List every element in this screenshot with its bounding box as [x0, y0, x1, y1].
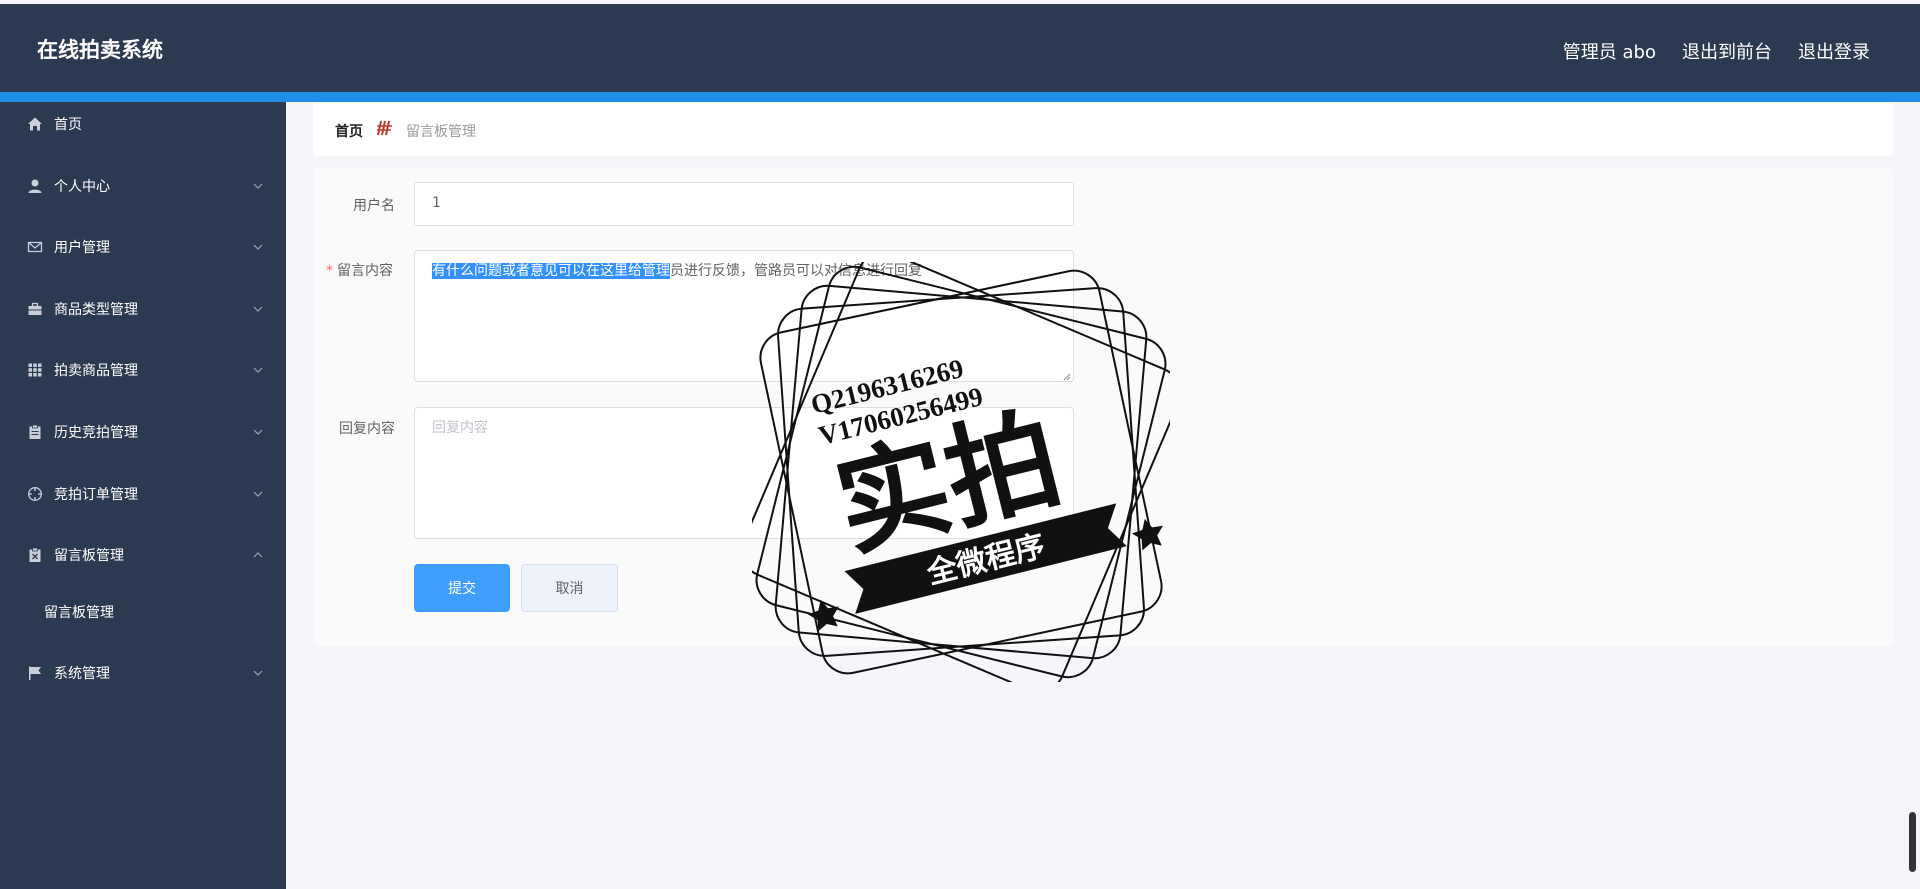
sidebar-item-product-type-management[interactable]: 商品类型管理	[0, 287, 286, 331]
chevron-down-icon	[252, 241, 264, 253]
flag-icon	[27, 665, 43, 681]
sidebar-item-personal-center[interactable]: 个人中心	[0, 164, 286, 208]
chevron-down-icon	[252, 667, 264, 679]
user-icon	[27, 178, 43, 194]
submenu-item-message-board-management[interactable]: 留言板管理	[0, 592, 286, 632]
page-scrollbar[interactable]	[1909, 812, 1916, 872]
submit-button[interactable]: 提交	[414, 564, 510, 612]
chevron-down-icon	[252, 364, 264, 376]
grid-icon	[27, 362, 43, 378]
chevron-down-icon	[252, 303, 264, 315]
username-value: 1	[432, 195, 441, 211]
admin-user-link[interactable]: 管理员 abo	[1563, 38, 1656, 64]
reply-placeholder: 回复内容	[432, 420, 488, 436]
mail-icon	[27, 239, 43, 255]
sidebar-item-user-management[interactable]: 用户管理	[0, 225, 286, 269]
exit-to-frontend-link[interactable]: 退出到前台	[1682, 38, 1772, 64]
sidebar-item-label: 历史竞拍管理	[54, 425, 138, 441]
sidebar-item-label: 竞拍订单管理	[54, 487, 138, 503]
sidebar-item-label: 留言板管理	[54, 548, 124, 564]
cancel-button[interactable]: 取消	[521, 564, 618, 612]
sidebar-item-label: 个人中心	[54, 179, 110, 195]
top-header: 在线拍卖系统 管理员 abo 退出到前台 退出登录	[0, 4, 1920, 92]
app-title: 在线拍卖系统	[37, 38, 163, 62]
briefcase-icon	[27, 301, 43, 317]
clipboard-x-icon	[27, 547, 43, 563]
breadcrumb-current: 留言板管理	[406, 124, 476, 140]
breadcrumb-separator-icon	[375, 118, 395, 138]
target-icon	[27, 486, 43, 502]
message-label: * 留言内容	[326, 263, 393, 279]
sidebar-item-home[interactable]: 首页	[0, 102, 286, 146]
home-icon	[27, 116, 43, 132]
chevron-up-icon	[252, 549, 264, 561]
reply-label: 回复内容	[339, 421, 395, 437]
header-accent-strip	[0, 92, 1920, 102]
sidebar-item-label: 商品类型管理	[54, 302, 138, 318]
sidebar-item-system-management[interactable]: 系统管理	[0, 651, 286, 695]
logout-link[interactable]: 退出登录	[1798, 38, 1870, 64]
sidebar-item-message-board-management[interactable]: 留言板管理	[0, 533, 286, 577]
sidebar-item-bid-order-management[interactable]: 竞拍订单管理	[0, 472, 286, 516]
breadcrumb: 首页 留言板管理	[313, 103, 1893, 156]
sidebar-item-auction-product-management[interactable]: 拍卖商品管理	[0, 348, 286, 392]
chevron-down-icon	[252, 488, 264, 500]
sidebar-item-label: 系统管理	[54, 666, 110, 682]
sidebar: 首页 个人中心 用户管理 商品类型管理 拍卖商品管理 历史竞拍管理 竞拍订单管理…	[0, 102, 286, 889]
chevron-down-icon	[252, 180, 264, 192]
watermark-stamp: Q2196316269 V17060256499 实拍 全微程序	[752, 262, 1170, 682]
sidebar-item-label: 用户管理	[54, 240, 110, 256]
header-links: 管理员 abo 退出到前台 退出登录	[1563, 38, 1870, 64]
username-input[interactable]: 1	[414, 182, 1074, 226]
message-selected-text: 有什么问题或者意见可以在这里给管理	[432, 263, 670, 279]
sidebar-item-bid-history-management[interactable]: 历史竞拍管理	[0, 410, 286, 454]
clipboard-icon	[27, 424, 43, 440]
sidebar-item-label: 拍卖商品管理	[54, 363, 138, 379]
submenu-item-label: 留言板管理	[44, 605, 114, 621]
sidebar-item-label: 首页	[54, 117, 82, 133]
breadcrumb-home[interactable]: 首页	[335, 121, 363, 141]
chevron-down-icon	[252, 426, 264, 438]
username-label: 用户名	[353, 198, 395, 214]
